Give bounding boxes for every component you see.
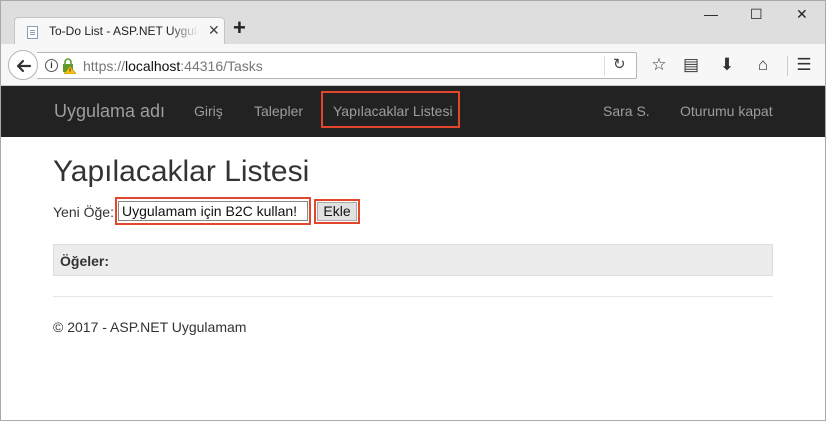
url-scheme: https:// bbox=[83, 58, 126, 74]
reload-icon[interactable]: ↻ bbox=[613, 55, 626, 73]
nav-link-home[interactable]: Giriş bbox=[194, 103, 223, 119]
browser-tab[interactable]: To-Do List - ASP.NET Uygulamam ✕ bbox=[14, 17, 225, 46]
close-window-button[interactable]: ✕ bbox=[796, 7, 808, 21]
brand-link[interactable]: Uygulama adı bbox=[54, 101, 165, 122]
menu-icon[interactable]: ☰ bbox=[793, 54, 815, 76]
nav-logout-link[interactable]: Oturumu kapat bbox=[680, 103, 773, 119]
back-arrow-icon bbox=[16, 59, 32, 73]
maximize-button[interactable]: ☐ bbox=[750, 7, 763, 21]
url-path: :44316/Tasks bbox=[180, 58, 263, 74]
new-item-label: Yeni Öğe: bbox=[53, 204, 114, 220]
highlight-add-button bbox=[314, 199, 360, 224]
page-favicon-icon bbox=[27, 26, 38, 39]
url-text[interactable]: https://localhost:44316/Tasks bbox=[83, 58, 263, 74]
back-button[interactable] bbox=[8, 50, 38, 80]
nav-user-name[interactable]: Sara S. bbox=[603, 103, 650, 119]
address-bar[interactable]: i https://localhost:44316/Tasks ↻ bbox=[37, 52, 637, 79]
download-icon[interactable]: ⬇ bbox=[716, 54, 738, 76]
highlight-new-item-input bbox=[115, 197, 311, 225]
new-tab-button[interactable]: + bbox=[233, 17, 246, 39]
footer-text: © 2017 - ASP.NET Uygulamam bbox=[53, 319, 247, 335]
lock-warning-icon[interactable] bbox=[62, 58, 76, 74]
reading-list-icon[interactable]: ▤ bbox=[680, 54, 702, 76]
url-host: localhost bbox=[125, 58, 181, 74]
browser-toolbar: i https://localhost:44316/Tasks ↻ ☆ ▤ ⬇ … bbox=[0, 44, 826, 86]
info-icon[interactable]: i bbox=[45, 59, 58, 72]
highlight-nav-todo bbox=[321, 91, 460, 128]
tab-title: To-Do List - ASP.NET Uygulamam bbox=[49, 24, 199, 38]
nav-link-claims[interactable]: Talepler bbox=[254, 103, 303, 119]
url-separator bbox=[604, 56, 605, 76]
divider bbox=[53, 296, 773, 297]
star-icon[interactable]: ☆ bbox=[648, 54, 670, 76]
toolbar-separator bbox=[787, 56, 788, 76]
tab-close-icon[interactable]: ✕ bbox=[208, 23, 220, 37]
minimize-button[interactable]: — bbox=[704, 7, 718, 21]
window-titlebar: To-Do List - ASP.NET Uygulamam ✕ + — ☐ ✕ bbox=[0, 0, 826, 46]
items-header: Öğeler: bbox=[60, 253, 110, 269]
page-title: Yapılacaklar Listesi bbox=[53, 155, 310, 188]
items-panel: Öğeler: bbox=[53, 244, 773, 276]
home-icon[interactable]: ⌂ bbox=[752, 54, 774, 76]
